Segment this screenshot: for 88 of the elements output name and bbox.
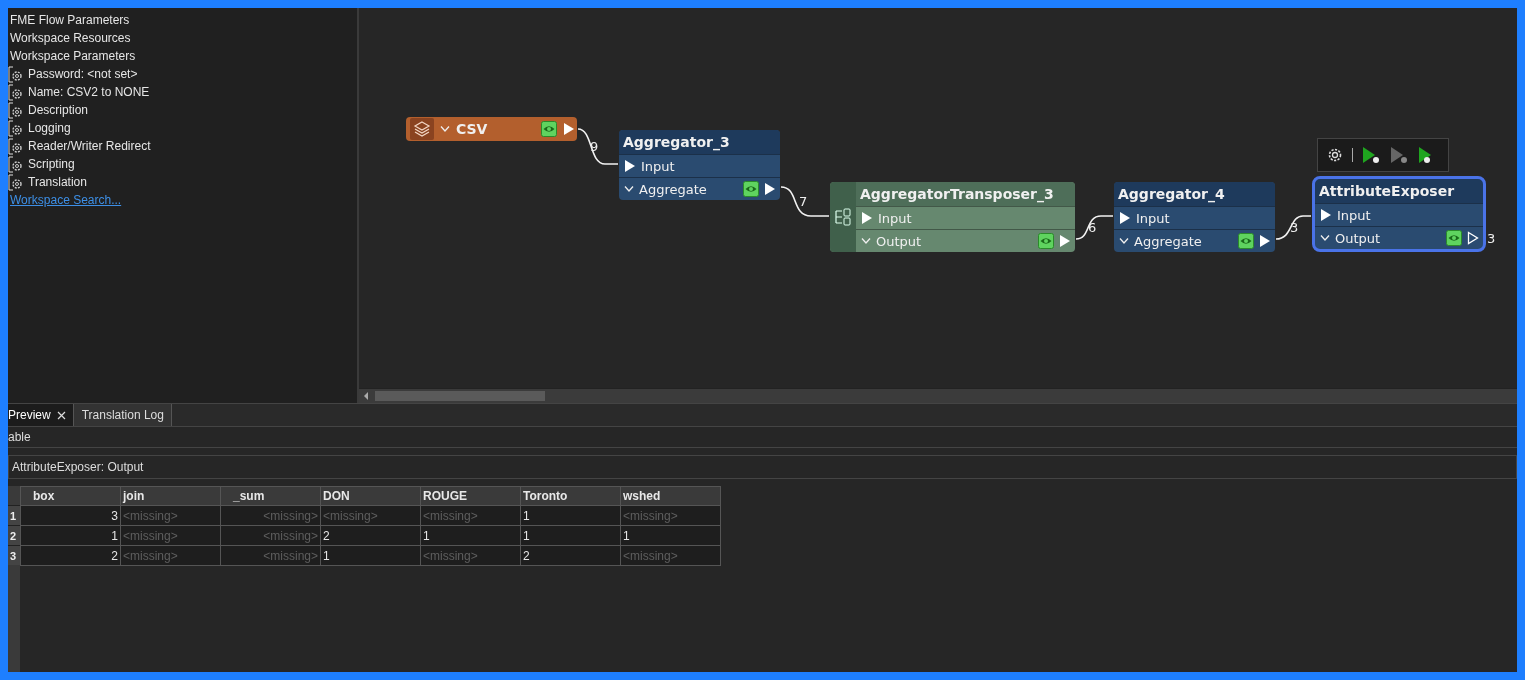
horizontal-scrollbar[interactable] [359,388,1517,403]
connector-line[interactable] [1275,215,1312,240]
chevron-down-icon[interactable] [1119,237,1129,245]
output-port-label: Aggregate [639,181,708,197]
input-port-icon[interactable] [1320,208,1332,222]
input-port-icon[interactable] [1119,211,1131,225]
gear-document-icon [8,65,24,83]
navigator-item[interactable]: Description [28,103,89,117]
workspace-search-link[interactable]: Workspace Search... [8,191,122,209]
row-number[interactable]: 1 [8,505,20,525]
connector-line[interactable] [577,128,619,165]
gear-document-icon [8,101,24,119]
output-port-icon[interactable] [563,122,575,136]
output-port-label: Aggregate [1134,233,1203,249]
input-port-icon[interactable] [861,211,873,225]
table-cell: 3 [20,505,121,526]
column-header[interactable]: ROUGE [420,486,521,506]
row-number[interactable]: 2 [8,525,20,545]
feature-count: 6 [1088,220,1097,235]
output-port-label: Output [876,233,923,249]
run-to-here-icon[interactable] [1361,146,1381,164]
table-cell: 1 [20,525,121,546]
node-title: AttributeExposer [1315,179,1483,203]
column-header[interactable]: _sum [220,486,321,506]
gear-document-icon [8,83,24,101]
gear-document-icon [8,173,24,191]
reader-node[interactable]: CSV [406,117,577,141]
feature-count: 9 [590,139,599,154]
view-label: able [8,427,1517,448]
run-icon[interactable] [1389,146,1409,164]
feature-count: 7 [799,194,808,209]
chevron-down-icon[interactable] [1320,234,1330,242]
eye-icon[interactable] [743,181,759,197]
output-port-label: Output [1335,230,1382,246]
navigator-item[interactable]: Logging [28,121,71,135]
navigator-item[interactable]: Reader/Writer Redirect [28,139,151,153]
output-port-icon[interactable] [1059,234,1071,248]
output-port-icon[interactable] [764,182,776,196]
column-header[interactable]: join [120,486,221,506]
layers-icon [413,120,431,138]
close-icon[interactable] [56,410,66,420]
table-cell: 2 [20,545,121,566]
node-title: Aggregator_4 [1114,182,1275,206]
navigator-item[interactable]: Translation [28,175,87,189]
navigator-item[interactable]: Workspace Parameters [8,47,357,65]
scroll-left-icon[interactable] [363,392,369,400]
connector-line[interactable] [1075,215,1114,240]
chevron-down-icon[interactable] [861,237,871,245]
input-port-label: Input [1337,207,1372,223]
eye-icon[interactable] [541,121,557,137]
table-title: AttributeExposer: Output [8,455,1517,479]
navigator-item[interactable]: Password: <not set> [28,67,138,81]
node-title: CSV [456,121,489,137]
navigator-item[interactable]: Workspace Resources [8,29,357,47]
gear-document-icon [8,119,24,137]
output-port-icon[interactable] [1259,234,1271,248]
panel-tab[interactable]: Preview [8,404,74,426]
column-header[interactable]: DON [320,486,421,506]
chevron-down-icon[interactable] [440,125,450,133]
node-title: AggregatorTransposer_3 [856,182,1075,206]
column-header[interactable]: Toronto [520,486,621,506]
navigator-item[interactable]: Scripting [28,157,75,171]
transformer-node[interactable]: AggregatorTransposer_3 Input Output [830,182,1075,252]
chevron-down-icon[interactable] [624,185,634,193]
panel-tab[interactable]: Translation Log [73,404,172,426]
eye-icon[interactable] [1238,233,1254,249]
navigator-item[interactable]: FME Flow Parameters [8,11,357,29]
eye-icon[interactable] [1038,233,1054,249]
transformer-node[interactable]: Aggregator_3 Input Aggregate [619,130,780,200]
feature-count: 3 [1290,220,1299,235]
output-port-icon[interactable] [1467,231,1479,245]
connector-line[interactable] [780,186,830,217]
node-title: Aggregator_3 [619,130,780,154]
column-header[interactable]: box [20,486,121,506]
custom-transformer-icon [834,207,852,227]
settings-icon[interactable] [1326,146,1344,164]
row-number[interactable]: 3 [8,545,20,565]
gear-document-icon [8,155,24,173]
feature-count: 3 [1487,231,1496,246]
navigator-item[interactable]: Name: CSV2 to NONE [28,85,150,99]
input-port-label: Input [1136,210,1171,226]
gear-document-icon [8,137,24,155]
transformer-node[interactable]: Aggregator_4 Input Aggregate [1114,182,1275,252]
column-header[interactable]: wshed [620,486,721,506]
input-port-icon[interactable] [624,159,636,173]
input-port-label: Input [641,158,676,174]
input-port-label: Input [878,210,913,226]
eye-icon[interactable] [1446,230,1462,246]
